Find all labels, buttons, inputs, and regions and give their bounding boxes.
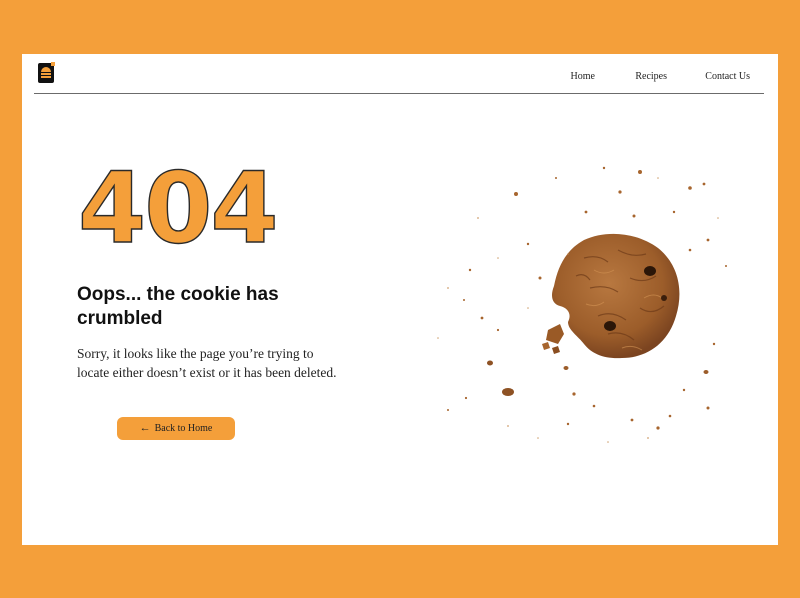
- header-divider: [34, 93, 764, 94]
- back-to-home-button[interactable]: ← Back to Home: [117, 417, 235, 440]
- logo-icon[interactable]: [38, 62, 55, 83]
- error-headline: Oops... the cookie has crumbled: [77, 284, 279, 329]
- error-code: 404: [77, 152, 279, 266]
- page-card: Home Recipes Contact Us 404 Oops... the …: [22, 54, 778, 545]
- back-to-home-label: Back to Home: [154, 423, 213, 434]
- crumbled-cookie-image: [437, 166, 727, 443]
- nav-contact-us[interactable]: Contact Us: [705, 71, 750, 82]
- arrow-left-icon: ←: [139, 422, 151, 434]
- cookie-shape: [552, 233, 680, 359]
- nav-recipes[interactable]: Recipes: [635, 71, 667, 82]
- nav-home[interactable]: Home: [571, 71, 595, 82]
- error-message: Sorry, it looks like the page you’re try…: [77, 346, 337, 380]
